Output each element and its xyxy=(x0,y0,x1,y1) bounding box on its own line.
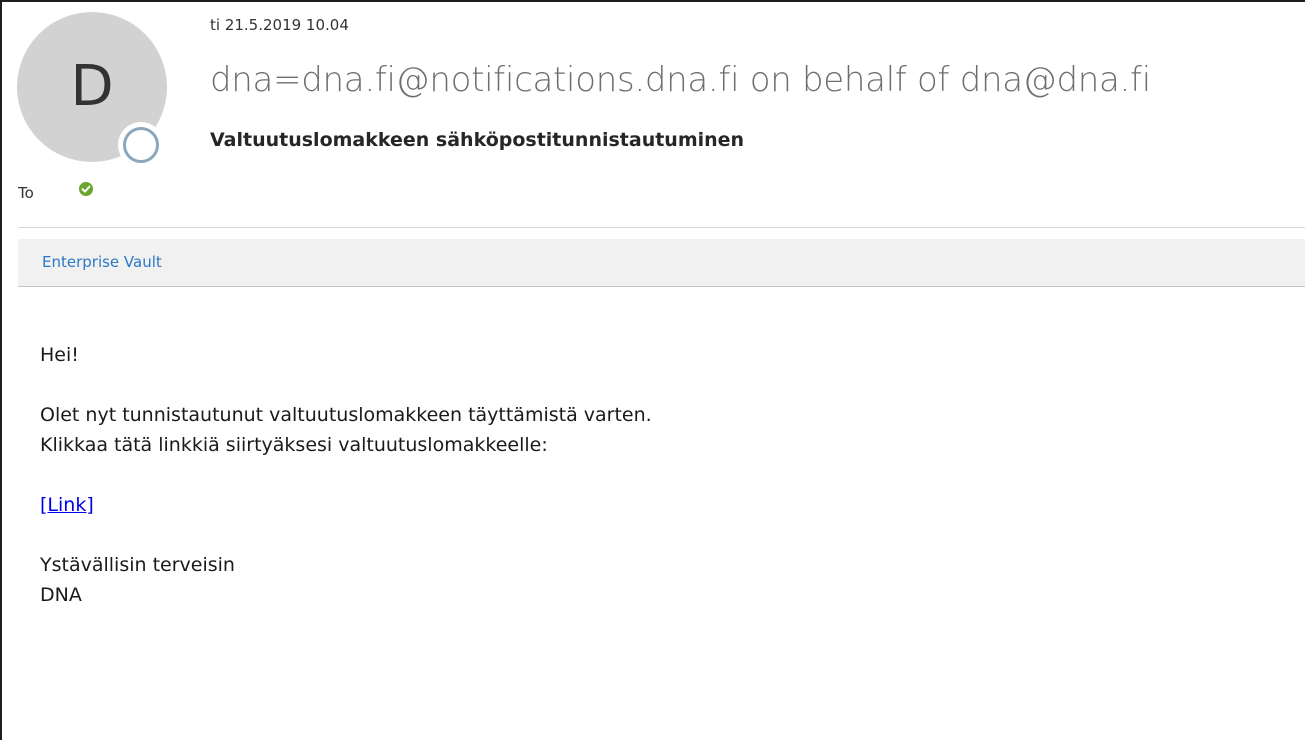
closing-text: Ystävällisin terveisin xyxy=(40,554,235,576)
email-subject: Valtuutuslomakkeen sähköpostitunnistautu… xyxy=(210,129,745,151)
body-line-2: Klikkaa tätä linkkiä siirtyäksesi valtuu… xyxy=(40,434,548,456)
form-link[interactable]: [Link] xyxy=(40,494,94,516)
greeting-text: Hei! xyxy=(40,344,79,366)
email-header: D ti 21.5.2019 10.04 dna=dna.fi@notifica… xyxy=(0,0,1305,228)
enterprise-vault-link[interactable]: Enterprise Vault xyxy=(42,253,162,271)
header-divider xyxy=(18,227,1305,228)
presence-status-icon xyxy=(118,122,164,168)
presence-ring xyxy=(123,127,159,163)
body-line-1: Olet nyt tunnistautunut valtuutuslomakke… xyxy=(40,404,652,426)
sender-address[interactable]: dna=dna.fi@notifications.dna.fi on behal… xyxy=(210,60,1151,100)
green-check-icon[interactable] xyxy=(78,181,94,197)
sent-date: ti 21.5.2019 10.04 xyxy=(210,16,349,34)
to-label: To xyxy=(18,184,34,202)
signature-text: DNA xyxy=(40,584,82,606)
message-body: Hei! Olet nyt tunnistautunut valtuutuslo… xyxy=(40,340,1240,610)
enterprise-vault-bar: Enterprise Vault xyxy=(18,239,1305,287)
